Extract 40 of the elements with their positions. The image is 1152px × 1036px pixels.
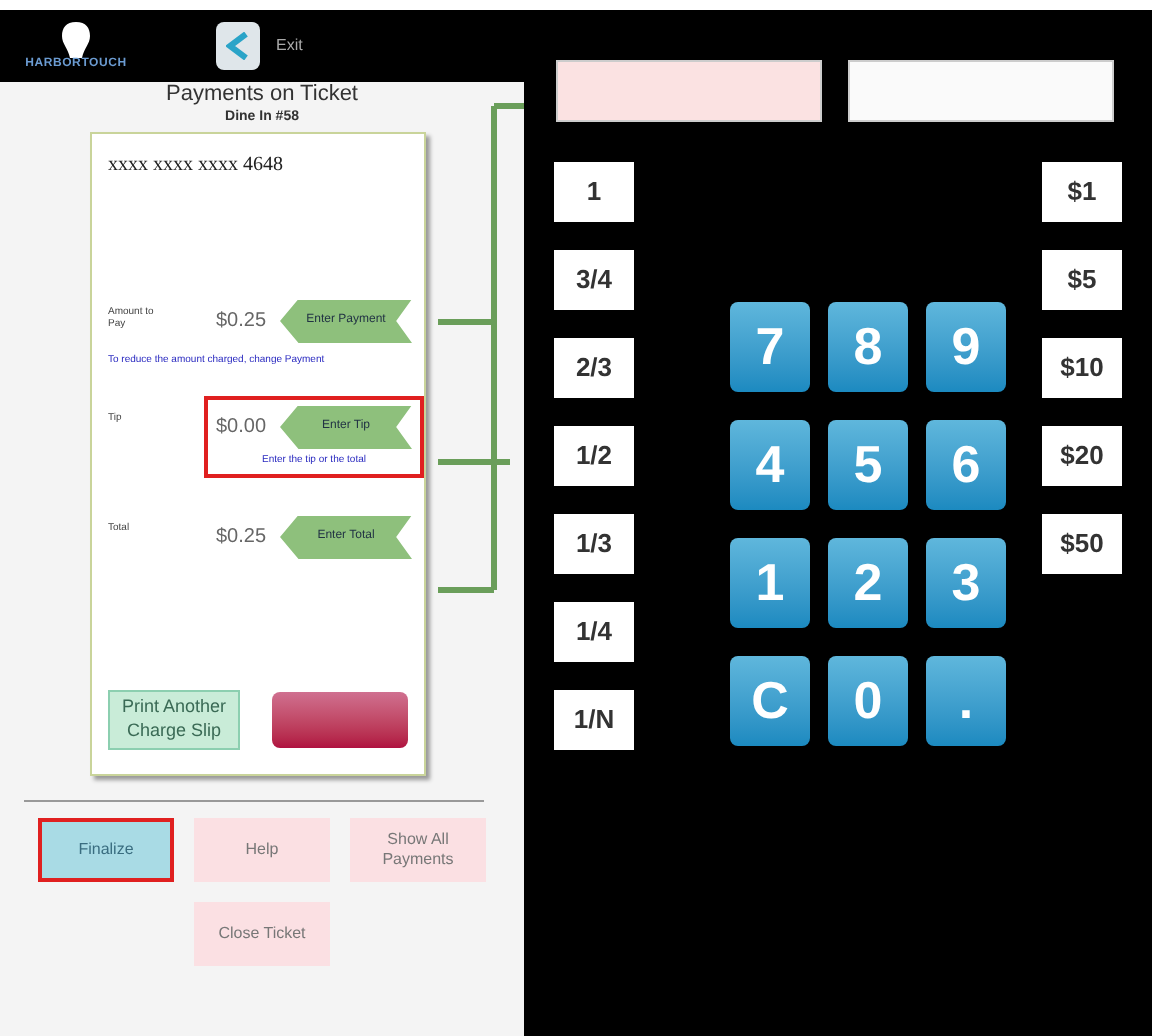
fraction-button[interactable]: 2/3 — [554, 338, 634, 398]
keypad-key[interactable]: 7 — [730, 302, 810, 392]
fraction-button[interactable]: 1 — [554, 162, 634, 222]
keypad-key[interactable]: 5 — [828, 420, 908, 510]
keypad-key[interactable]: C — [730, 656, 810, 746]
card-number: xxxx xxxx xxxx 4648 — [108, 151, 285, 179]
keypad-key[interactable]: 9 — [926, 302, 1006, 392]
keypad-key[interactable]: 0 — [828, 656, 908, 746]
keypad-key[interactable]: 6 — [926, 420, 1006, 510]
cash-amount-button[interactable]: $20 — [1042, 426, 1122, 486]
cash-amount-button[interactable]: $1 — [1042, 162, 1122, 222]
fraction-button[interactable]: 3/4 — [554, 250, 634, 310]
back-button[interactable] — [216, 22, 260, 70]
cash-amount-button[interactable]: $50 — [1042, 514, 1122, 574]
keypad-key[interactable]: 4 — [730, 420, 810, 510]
keypad-key[interactable]: 2 — [828, 538, 908, 628]
action-button[interactable]: Close Ticket — [194, 901, 330, 965]
keypad-key[interactable]: 1 — [730, 538, 810, 628]
action-button[interactable]: Finalize — [38, 817, 174, 881]
fraction-button[interactable]: 1/N — [554, 690, 634, 750]
void-button[interactable] — [272, 691, 408, 747]
screen-title: Payments on Ticket — [164, 82, 360, 109]
logo-icon — [60, 22, 92, 58]
exit-label: Exit — [276, 34, 303, 58]
print-slip-button[interactable]: Print Another Charge Slip — [108, 689, 241, 749]
action-button[interactable]: Help — [194, 817, 330, 881]
keypad-key[interactable]: 3 — [926, 538, 1006, 628]
amount-value: $0.25 — [216, 308, 269, 336]
input-field[interactable] — [556, 60, 822, 122]
keypad-key[interactable]: 8 — [828, 302, 908, 392]
input-field[interactable] — [848, 60, 1114, 122]
amount-value: $0.00 — [216, 414, 269, 442]
cash-amount-button[interactable]: $5 — [1042, 250, 1122, 310]
amount-value: $0.25 — [216, 524, 269, 552]
fraction-button[interactable]: 1/3 — [554, 514, 634, 574]
cash-amount-button[interactable]: $10 — [1042, 338, 1122, 398]
fraction-button[interactable]: 1/2 — [554, 426, 634, 486]
action-button[interactable]: Show All Payments — [350, 817, 486, 881]
keypad-key[interactable]: . — [926, 656, 1006, 746]
fraction-button[interactable]: 1/4 — [554, 602, 634, 662]
